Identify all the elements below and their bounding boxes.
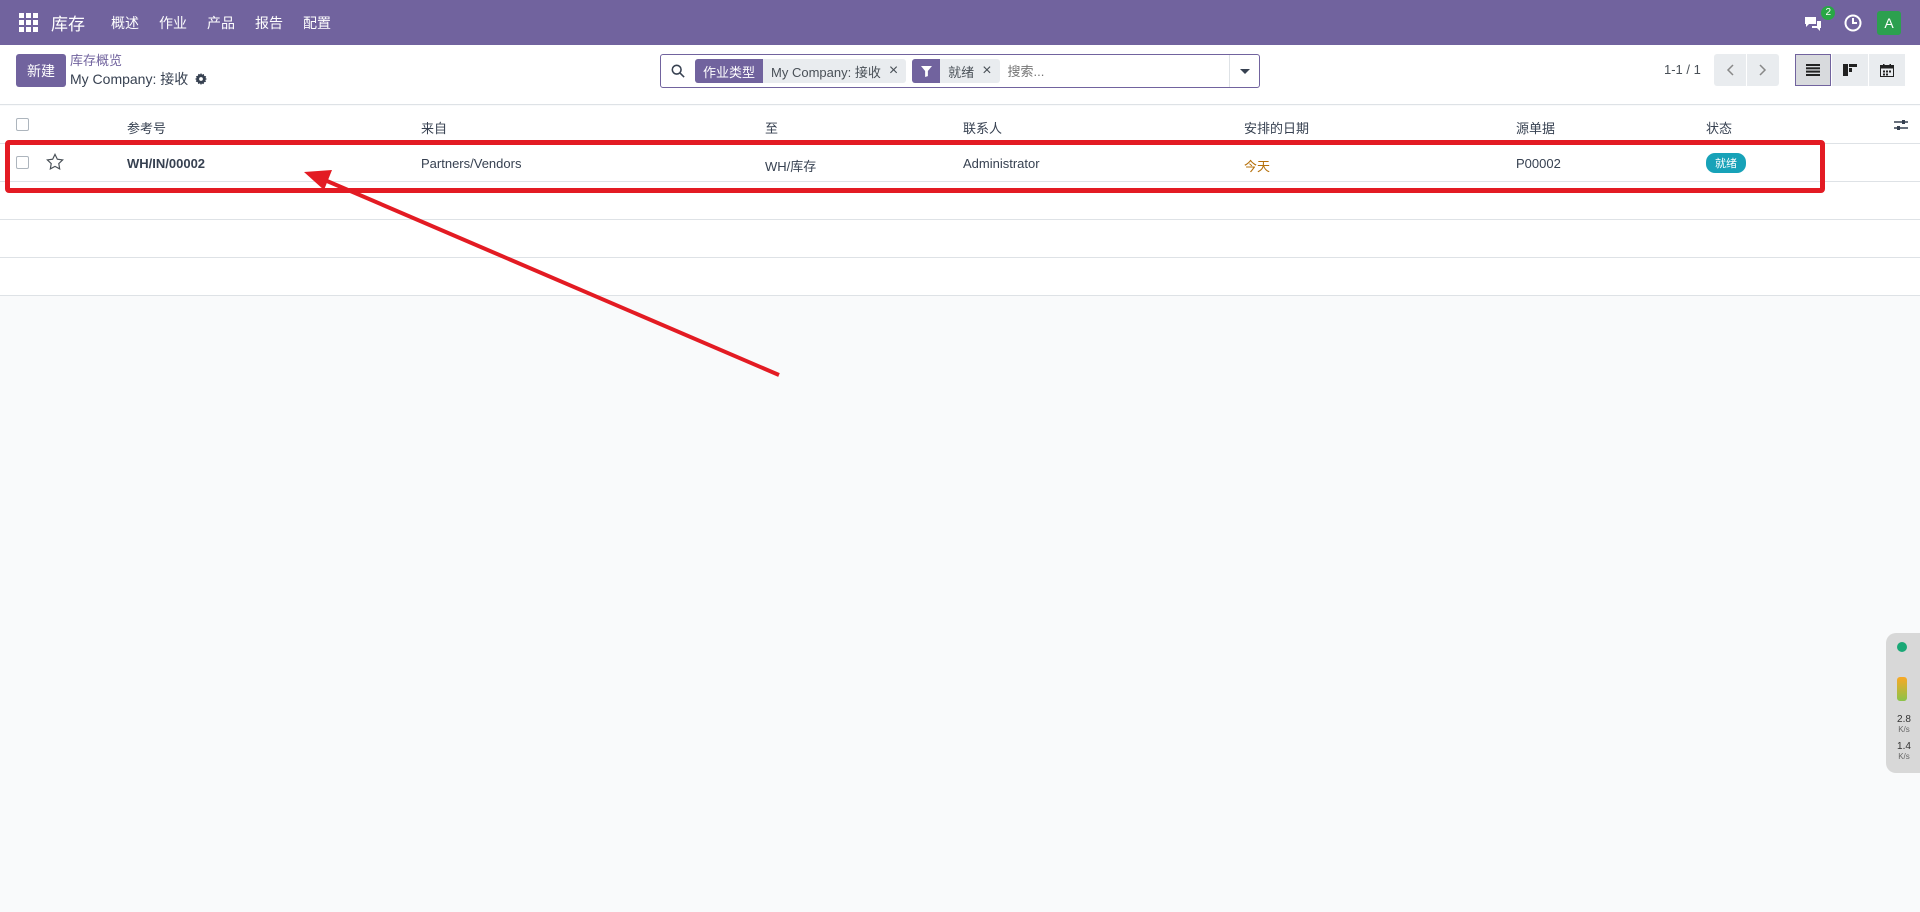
- download-speed-unit: K/s: [1898, 752, 1910, 761]
- network-monitor-widget[interactable]: 2.8 K/s 1.4 K/s: [1886, 633, 1920, 773]
- new-button[interactable]: 新建: [16, 54, 66, 87]
- pager-previous-button[interactable]: [1714, 54, 1746, 86]
- upload-speed-unit: K/s: [1898, 725, 1910, 734]
- upload-speed: 2.8 K/s: [1890, 715, 1918, 735]
- search-bar: 作业类型 My Company: 接收 × 就绪 ×: [660, 54, 1260, 88]
- top-navbar: 库存 概述 作业 产品 报告 配置 2 A: [0, 0, 1920, 45]
- column-from[interactable]: 来自: [421, 118, 447, 137]
- empty-row: [0, 220, 1920, 258]
- main-menu: 概述 作业 产品 报告 配置: [101, 13, 341, 33]
- user-avatar[interactable]: A: [1877, 10, 1901, 35]
- download-speed: 1.4 K/s: [1890, 742, 1918, 762]
- list-icon: [1806, 64, 1820, 76]
- breadcrumb-parent[interactable]: 库存概览: [70, 53, 207, 69]
- search-facet-operation-type: 作业类型 My Company: 接收 ×: [695, 59, 907, 83]
- pager-next-button[interactable]: [1747, 54, 1779, 86]
- cell-source-document: P00002: [1516, 156, 1561, 171]
- search-icon: [671, 64, 685, 78]
- select-all-checkbox[interactable]: [16, 118, 29, 131]
- cell-reference: WH/IN/00002: [127, 156, 206, 171]
- row-checkbox[interactable]: [16, 156, 29, 169]
- empty-row: [0, 182, 1920, 220]
- kanban-icon: [1843, 64, 1857, 76]
- caret-down-icon: [1239, 68, 1250, 74]
- empty-row: [0, 258, 1920, 296]
- cell-contact: Administrator: [963, 156, 1040, 171]
- upload-speed-value: 2.8: [1897, 714, 1911, 725]
- column-to[interactable]: 至: [765, 118, 778, 137]
- calendar-icon: [1880, 63, 1894, 77]
- meter-icon: [1897, 677, 1907, 701]
- status-dot-icon: [1897, 642, 1907, 652]
- menu-reporting[interactable]: 报告: [245, 13, 293, 33]
- gear-icon[interactable]: [195, 73, 208, 85]
- app-grid-icon[interactable]: [16, 11, 40, 35]
- chevron-left-icon: [1726, 64, 1734, 76]
- chevron-right-icon: [1759, 64, 1767, 76]
- chat-icon[interactable]: 2: [1803, 5, 1835, 34]
- column-scheduled-date[interactable]: 安排的日期: [1244, 118, 1309, 137]
- close-icon[interactable]: ×: [889, 62, 906, 80]
- column-reference[interactable]: 参考号: [127, 118, 166, 137]
- search-input[interactable]: [1005, 56, 1229, 86]
- filter-icon: [912, 59, 941, 83]
- column-contact[interactable]: 联系人: [963, 118, 1002, 137]
- close-icon[interactable]: ×: [982, 62, 999, 80]
- cell-from: Partners/Vendors: [421, 156, 522, 171]
- chat-bubble-icon: [1805, 16, 1821, 31]
- calendar-view-button[interactable]: [1869, 54, 1905, 86]
- view-switcher: [1795, 54, 1906, 86]
- search-facet-ready: 就绪 ×: [912, 59, 1000, 83]
- pager-value[interactable]: 1-1 / 1: [1664, 62, 1701, 77]
- status-badge: 就绪: [1706, 153, 1746, 173]
- app-brand[interactable]: 库存: [51, 10, 85, 35]
- menu-operations[interactable]: 作业: [149, 13, 197, 33]
- cell-scheduled-date: 今天: [1244, 159, 1271, 174]
- cell-to: WH/库存: [765, 159, 817, 174]
- kanban-view-button[interactable]: [1832, 54, 1868, 86]
- navbar-right: 2 A: [1803, 0, 1920, 45]
- chat-badge: 2: [1821, 5, 1835, 20]
- table-row[interactable]: WH/IN/00002 Partners/Vendors WH/库存 Admin…: [0, 144, 1920, 182]
- download-speed-value: 1.4: [1897, 741, 1911, 752]
- list-table: 参考号 来自 至 联系人 安排的日期 源单据 状态 WH/IN/00002 Pa…: [0, 106, 1920, 296]
- menu-configuration[interactable]: 配置: [293, 13, 341, 33]
- list-view-button[interactable]: [1795, 54, 1831, 86]
- control-panel: 新建 库存概览 My Company: 接收 作业类型 My Company: …: [0, 45, 1920, 105]
- table-header: 参考号 来自 至 联系人 安排的日期 源单据 状态: [0, 106, 1920, 144]
- column-settings-icon[interactable]: [1894, 118, 1908, 132]
- menu-products[interactable]: 产品: [197, 13, 245, 33]
- clock-icon[interactable]: [1843, 13, 1863, 33]
- breadcrumb: 库存概览 My Company: 接收: [70, 53, 208, 89]
- search-options-toggle[interactable]: [1229, 55, 1259, 87]
- column-status[interactable]: 状态: [1706, 118, 1732, 137]
- facet-value: 就绪: [948, 64, 975, 80]
- column-source-document[interactable]: 源单据: [1516, 118, 1555, 137]
- breadcrumb-current-wrap: My Company: 接收: [70, 69, 208, 89]
- star-icon[interactable]: [46, 153, 64, 171]
- pager-buttons: [1714, 54, 1779, 86]
- facet-label: 作业类型: [695, 59, 764, 83]
- facet-value: My Company: 接收: [771, 64, 881, 80]
- breadcrumb-current: My Company: 接收: [70, 71, 189, 87]
- menu-overview[interactable]: 概述: [101, 13, 149, 33]
